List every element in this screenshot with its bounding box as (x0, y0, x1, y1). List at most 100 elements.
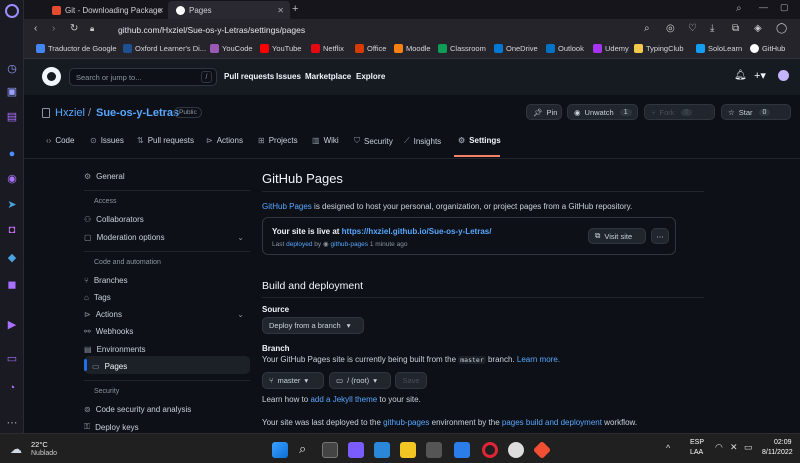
unwatch-button[interactable]: ◉ Unwatch 1 (567, 104, 638, 120)
player-icon[interactable]: ▶ (4, 316, 20, 332)
keyboard-layout[interactable]: LAA (690, 449, 703, 456)
task-view-icon[interactable] (322, 442, 338, 458)
bookmark-item[interactable]: Office (355, 44, 386, 53)
avatar[interactable] (778, 70, 789, 81)
discord-icon[interactable]: ◼ (4, 276, 20, 292)
app-icon[interactable]: ◉ (4, 170, 20, 186)
weather-temp[interactable]: 22°C (31, 440, 48, 449)
zoom-icon[interactable]: ⌕ (644, 23, 650, 34)
nav-general[interactable]: ⚙ General (84, 172, 125, 181)
visit-site-button[interactable]: ⧉ Visit site (588, 228, 646, 244)
clock-icon[interactable]: ◔ (4, 380, 20, 396)
tab-security[interactable]: ⛉ Security (354, 136, 393, 146)
maximize-button[interactable]: ▢ (780, 2, 789, 13)
source-dropdown[interactable]: Deploy from a branch ▾ (262, 317, 364, 334)
live-url-link[interactable]: https://hxziel.github.io/Sue-os-y-Letras… (342, 227, 492, 236)
weather-status[interactable]: Nublado (31, 450, 57, 457)
download-icon[interactable]: ⤓ (710, 23, 714, 34)
github-pages-bot-link[interactable]: github-pages (330, 241, 368, 248)
tab-git-download[interactable]: Git - Downloading Package ✕ (44, 1, 170, 19)
explorer-icon[interactable] (400, 442, 416, 458)
nav-tags[interactable]: ⌂ Tags (84, 293, 111, 302)
repo-owner-link[interactable]: Hxziel (55, 107, 85, 119)
opera-logo-icon[interactable] (5, 4, 19, 18)
twitch-icon[interactable]: ▤ (4, 108, 20, 124)
github-logo-icon[interactable] (42, 67, 61, 86)
bookmark-item[interactable]: TypingClub (634, 44, 684, 53)
url-field[interactable]: github.com/Hxziel/Sue-os-y-Letras/settin… (118, 25, 305, 35)
bookmark-item[interactable]: Netflix (311, 44, 344, 53)
tab-code[interactable]: ‹› Code (46, 136, 74, 145)
bookmark-item[interactable]: SoloLearn (696, 44, 742, 53)
camera-icon[interactable]: ◎ (666, 23, 675, 34)
tv-icon[interactable]: ▭ (4, 350, 20, 366)
issues-link[interactable]: Issues (276, 72, 301, 81)
search-input[interactable]: Search or jump to... / (69, 68, 217, 86)
tab-pull-requests[interactable]: ⇅ Pull requests (137, 136, 194, 145)
explore-link[interactable]: Explore (356, 72, 385, 81)
clock-time[interactable]: 02:09 (774, 439, 792, 446)
bookmark-item[interactable]: Moodle (394, 44, 431, 53)
back-button[interactable]: ‹ (34, 23, 37, 34)
tab-projects[interactable]: ⊞ Projects (258, 136, 298, 145)
notifications-bell-icon[interactable]: 🔔︎ (734, 70, 747, 81)
create-new-icon[interactable]: +▾ (754, 69, 766, 82)
tab-pages[interactable]: Pages ✕ (168, 1, 290, 19)
chevron-up-icon[interactable]: ^ (666, 443, 670, 453)
more-options-button[interactable]: ⋯ (651, 228, 669, 244)
new-tab-button[interactable]: + (292, 3, 298, 15)
tab-settings[interactable]: ⚙ Settings (458, 136, 501, 145)
close-icon[interactable]: ✕ (277, 6, 284, 15)
bookmark-item[interactable]: Classroom (438, 44, 486, 53)
nav-branches[interactable]: ⑂ Branches (84, 276, 128, 285)
reload-button[interactable]: ↻ (70, 23, 78, 34)
repo-name-link[interactable]: Sue-os-y-Letras (96, 107, 179, 119)
battery-icon[interactable]: ▭ (744, 442, 753, 453)
close-icon[interactable]: ✕ (157, 6, 164, 15)
bookmark-item[interactable]: Traductor de Google (36, 44, 117, 53)
pull-requests-link[interactable]: Pull requests (224, 72, 274, 81)
github-desktop-icon[interactable] (508, 442, 524, 458)
nav-deploy-keys[interactable]: ⚿ Deploy keys (84, 422, 139, 432)
vscode-icon[interactable] (454, 442, 470, 458)
telegram-icon[interactable]: ➤ (4, 196, 20, 212)
tab-issues[interactable]: ⊙ Issues (90, 136, 124, 145)
fork-button[interactable]: ⑂ Fork 0 (644, 104, 715, 120)
github-pages-link[interactable]: GitHub Pages (262, 202, 312, 211)
nav-webhooks[interactable]: ⚯ Webhooks (84, 327, 133, 336)
bookmark-item[interactable]: GitHub (750, 44, 785, 53)
chat-icon[interactable] (348, 442, 364, 458)
nav-environments[interactable]: ▤ Environments (84, 345, 145, 354)
forward-button[interactable]: › (52, 23, 55, 34)
search-icon[interactable]: ⌕ (299, 441, 306, 457)
tab-wiki[interactable]: ▥ Wiki (312, 136, 339, 145)
nav-code-security[interactable]: ⊚ Code security and analysis (84, 405, 191, 414)
bookmark-item[interactable]: Oxford Learner's Di... (123, 44, 206, 53)
nav-actions[interactable]: ⊳ Actions ⌄ (84, 310, 244, 319)
pin-button[interactable]: 📌︎ Pin (526, 104, 562, 120)
clock-date[interactable]: 8/11/2022 (762, 449, 793, 456)
nav-pages[interactable]: ▭ Pages (92, 362, 127, 371)
language-code[interactable]: ESP (690, 439, 704, 446)
nav-collaborators[interactable]: ⚇ Collaborators (84, 215, 144, 224)
bookmark-item[interactable]: OneDrive (494, 44, 538, 53)
nav-moderation[interactable]: ▢ Moderation options ⌄ (84, 233, 244, 242)
minimize-button[interactable]: — (759, 2, 768, 12)
wallet-icon[interactable]: ◈ (754, 23, 762, 34)
files-icon[interactable] (374, 442, 390, 458)
tab-actions[interactable]: ⊳ Actions (206, 136, 243, 145)
wifi-icon[interactable]: ◠ (715, 442, 723, 453)
heart-icon[interactable]: ♡ (688, 23, 697, 34)
tab-insights[interactable]: ⟋ Insights (404, 136, 441, 146)
opera-gx-icon[interactable] (482, 442, 498, 458)
bookmark-item[interactable]: YouTube (260, 44, 301, 53)
git-icon[interactable] (532, 440, 552, 460)
store-icon[interactable] (426, 442, 442, 458)
deployed-link[interactable]: deployed (286, 241, 312, 248)
marketplace-link[interactable]: Marketplace (305, 72, 351, 81)
volume-icon[interactable]: ✕ (730, 442, 738, 453)
history-icon[interactable]: ◷ (4, 60, 20, 76)
windows-start-icon[interactable] (272, 442, 288, 458)
more-icon[interactable]: ⋯ (4, 414, 20, 430)
bookmark-item[interactable]: YouCode (210, 44, 253, 53)
